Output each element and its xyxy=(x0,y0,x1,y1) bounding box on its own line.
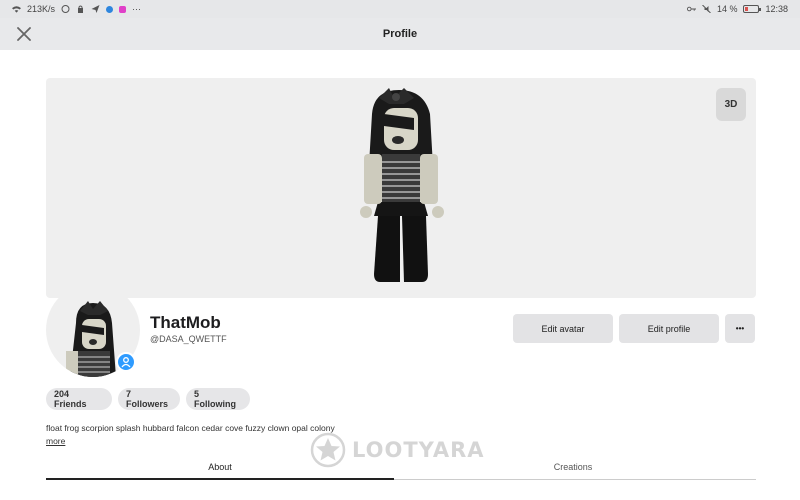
followers-count-button[interactable]: 7 Followers xyxy=(118,388,180,410)
avatar-figure xyxy=(360,88,444,282)
battery-icon xyxy=(743,5,762,13)
status-bar: 213K/s ··· 14 % 12:38 xyxy=(0,0,800,18)
more-options-button[interactable]: ••• xyxy=(725,314,755,343)
bio-more-link[interactable]: more xyxy=(46,436,65,446)
close-button[interactable] xyxy=(15,25,33,43)
edit-avatar-button[interactable]: Edit avatar xyxy=(513,314,613,343)
username: @DASA_QWETTF xyxy=(150,334,227,344)
display-name: ThatMob xyxy=(150,313,221,332)
more-notifications-icon: ··· xyxy=(132,4,142,14)
lock-icon xyxy=(78,5,84,13)
tab-creations[interactable]: Creations xyxy=(398,454,748,480)
active-tab-indicator xyxy=(46,478,394,480)
app-badge-icon xyxy=(119,5,127,13)
messenger-icon xyxy=(106,5,114,13)
page-title: Profile xyxy=(382,28,418,40)
online-status-badge xyxy=(116,352,136,372)
wifi-icon xyxy=(12,6,21,13)
user-icon xyxy=(121,357,131,368)
app-icon xyxy=(61,5,70,13)
status-bar-left: 213K/s ··· xyxy=(12,4,141,14)
bio-text: float frog scorpion splash hubbard falco… xyxy=(46,423,335,433)
edit-profile-button[interactable]: Edit profile xyxy=(619,314,719,343)
following-count-button[interactable]: 5 Following xyxy=(186,388,250,410)
more-icon: ••• xyxy=(735,324,745,333)
clock: 12:38 xyxy=(765,4,788,14)
key-icon xyxy=(686,6,696,12)
app-bar: Profile xyxy=(0,18,800,50)
friends-count-button[interactable]: 204 Friends xyxy=(46,388,112,410)
tab-divider xyxy=(394,479,756,480)
network-speed: 213K/s xyxy=(27,4,56,14)
view-3d-button[interactable]: 3D xyxy=(716,88,746,121)
close-icon xyxy=(17,27,31,41)
mute-icon xyxy=(702,5,711,13)
status-bar-right: 14 % 12:38 xyxy=(686,4,788,14)
battery-percent: 14 % xyxy=(716,4,738,14)
send-icon xyxy=(91,5,100,13)
avatar-banner: 3D xyxy=(46,78,756,298)
tab-about[interactable]: About xyxy=(46,454,394,480)
